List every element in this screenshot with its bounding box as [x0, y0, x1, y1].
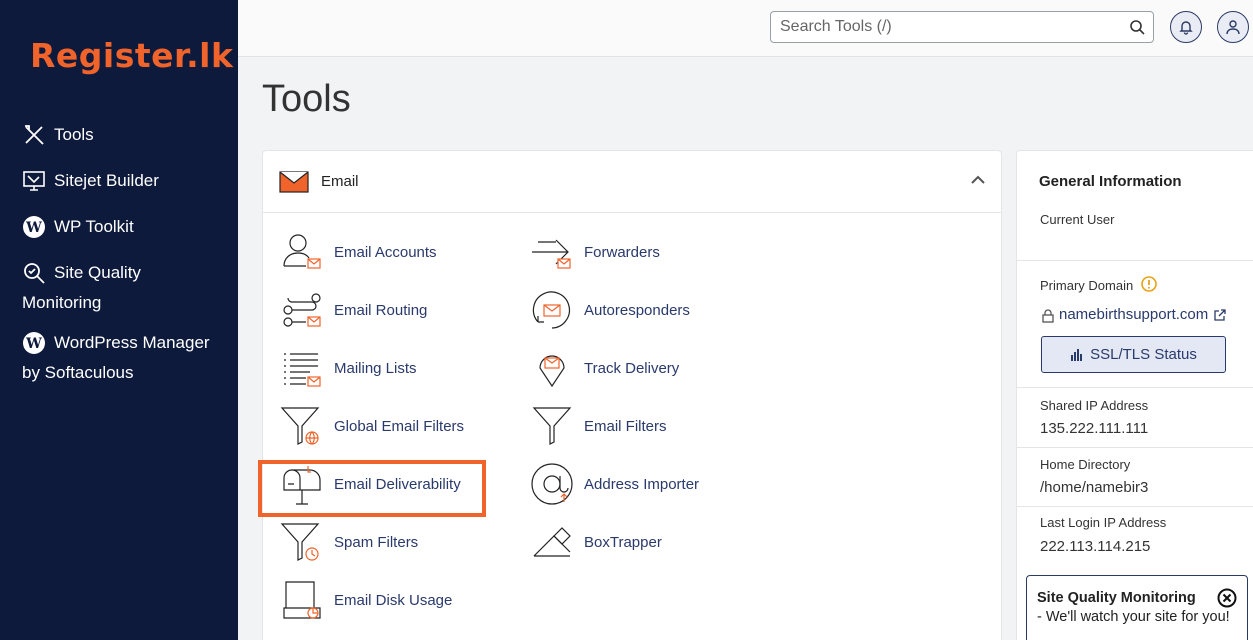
email-panel-header[interactable]: Email — [263, 151, 1001, 213]
sidebar-item-label: Tools — [54, 125, 94, 144]
top-bar — [238, 0, 1253, 57]
home-directory-value: /home/namebir3 — [1040, 479, 1149, 496]
global-filter-icon — [280, 407, 320, 445]
spam-filter-icon — [280, 523, 320, 561]
tool-email-disk-usage[interactable]: Email Disk Usage — [280, 578, 452, 622]
tool-label: Email Filters — [584, 417, 667, 435]
sidebar-item-label-line2: by Softaculous — [22, 363, 134, 382]
sidebar-item-label: Sitejet Builder — [54, 171, 159, 190]
mailing-lists-icon — [284, 353, 321, 387]
track-delivery-icon — [539, 355, 565, 388]
last-login-value: 222.113.114.215 — [1040, 538, 1151, 555]
tool-label: Spam Filters — [334, 533, 419, 551]
bell-icon — [1179, 21, 1193, 35]
general-info-panel: General Information Current User Primary… — [1016, 150, 1253, 640]
filter-icon — [532, 407, 572, 445]
home-directory-row: Home Directory /home/namebir3 — [1017, 448, 1253, 507]
sidebar-item-label: WordPress Manager — [54, 333, 210, 352]
last-login-label: Last Login IP Address — [1040, 515, 1167, 530]
tool-label: Email Disk Usage — [334, 591, 453, 609]
primary-domain-label: Primary Domain — [1040, 278, 1134, 293]
tool-label: BoxTrapper — [584, 533, 662, 551]
current-user-row: Current User — [1017, 151, 1253, 261]
tool-forwarders[interactable]: Forwarders — [530, 230, 660, 274]
close-icon[interactable] — [1217, 588, 1237, 608]
toast-text: - We'll watch your site for you! — [1037, 609, 1230, 625]
brand-logo[interactable]: Register.lk — [30, 36, 233, 75]
home-directory-label: Home Directory — [1040, 457, 1131, 472]
svg-text:W: W — [25, 336, 42, 352]
tool-global-email-filters[interactable]: Global Email Filters — [280, 404, 464, 448]
boxtrapper-icon — [533, 527, 571, 557]
sidebar-item-label: Site Quality — [54, 263, 141, 282]
tool-track-delivery[interactable]: Track Delivery — [530, 346, 679, 390]
tool-boxtrapper[interactable]: BoxTrapper — [530, 520, 662, 564]
toast-title: Site Quality Monitoring — [1037, 590, 1196, 606]
tool-label: Address Importer — [584, 475, 700, 493]
wordpress-icon: W — [23, 332, 45, 354]
notifications-button[interactable] — [1170, 11, 1202, 43]
user-icon — [1226, 20, 1240, 35]
tool-email-routing[interactable]: Email Routing — [280, 288, 427, 332]
sidebar-item-label-line2: Monitoring — [22, 293, 102, 312]
address-importer-icon — [531, 463, 573, 505]
tool-label: Forwarders — [584, 243, 660, 261]
sidebar-item-sitejet[interactable]: Sitejet Builder — [22, 166, 159, 196]
site-quality-icon — [24, 263, 45, 284]
page-title: Tools — [262, 78, 351, 120]
last-login-row: Last Login IP Address 222.113.114.215 — [1017, 507, 1253, 566]
tool-label: Email Routing — [334, 301, 428, 319]
sidebar-item-label: WP Toolkit — [54, 217, 134, 236]
tool-email-filters[interactable]: Email Filters — [530, 404, 667, 448]
tool-label: Autoresponders — [584, 301, 690, 319]
autoresponders-icon — [532, 291, 571, 329]
chevron-up-icon[interactable] — [971, 175, 985, 185]
external-link-icon[interactable] — [1213, 309, 1226, 322]
email-routing-icon — [283, 293, 321, 327]
tools-icon — [25, 125, 44, 145]
tool-email-accounts[interactable]: Email Accounts — [280, 230, 437, 274]
sidebar-item-wp-toolkit[interactable]: W WP Toolkit — [22, 212, 134, 242]
email-panel: Email — [262, 150, 1002, 640]
email-accounts-icon — [283, 234, 321, 269]
warning-icon[interactable] — [1141, 276, 1157, 292]
tool-label: Mailing Lists — [334, 359, 417, 377]
disk-usage-icon — [283, 581, 321, 619]
forwarders-icon — [532, 239, 571, 269]
shared-ip-label: Shared IP Address — [1040, 398, 1149, 413]
tool-label: Global Email Filters — [334, 417, 465, 435]
svg-text:W: W — [25, 220, 42, 236]
tool-label: Track Delivery — [584, 359, 680, 377]
tool-address-importer[interactable]: Address Importer — [530, 462, 699, 506]
search-box[interactable] — [770, 11, 1154, 43]
ssl-tls-status-button[interactable]: SSL/TLS Status — [1041, 336, 1226, 373]
tool-label: Email Accounts — [334, 243, 437, 261]
sidebar: Register.lk Tools Sitejet Builder W WP T… — [0, 0, 238, 640]
primary-domain-row: Primary Domain namebirthsupport.com SSL/… — [1017, 261, 1253, 388]
shared-ip-value: 135.222.111.111 — [1040, 420, 1149, 437]
tool-autoresponders[interactable]: Autoresponders — [530, 288, 690, 332]
current-user-label: Current User — [1040, 212, 1115, 227]
envelope-icon — [279, 171, 309, 193]
shared-ip-row: Shared IP Address 135.222.111.111 — [1017, 388, 1253, 448]
sidebar-item-site-quality[interactable]: Site Quality Monitoring — [22, 258, 222, 318]
sidebar-item-wordpress-manager[interactable]: W WordPress Manager by Softaculous — [22, 328, 232, 388]
sidebar-item-tools[interactable]: Tools — [22, 120, 94, 150]
user-menu-button[interactable] — [1217, 11, 1249, 43]
panel-title: Email — [321, 173, 359, 190]
site-quality-toast[interactable]: Site Quality Monitoring - We'll watch yo… — [1026, 575, 1248, 640]
tool-mailing-lists[interactable]: Mailing Lists — [280, 346, 417, 390]
lock-icon — [1042, 309, 1054, 323]
sitejet-icon — [23, 171, 45, 191]
search-input[interactable] — [771, 12, 1111, 42]
ssl-button-label: SSL/TLS Status — [1090, 346, 1197, 363]
wordpress-icon: W — [23, 216, 45, 238]
bar-chart-icon — [1071, 348, 1083, 361]
search-icon[interactable] — [1129, 19, 1145, 35]
primary-domain-link[interactable]: namebirthsupport.com — [1059, 306, 1208, 323]
highlight-box — [258, 460, 486, 517]
tool-spam-filters[interactable]: Spam Filters — [280, 520, 418, 564]
